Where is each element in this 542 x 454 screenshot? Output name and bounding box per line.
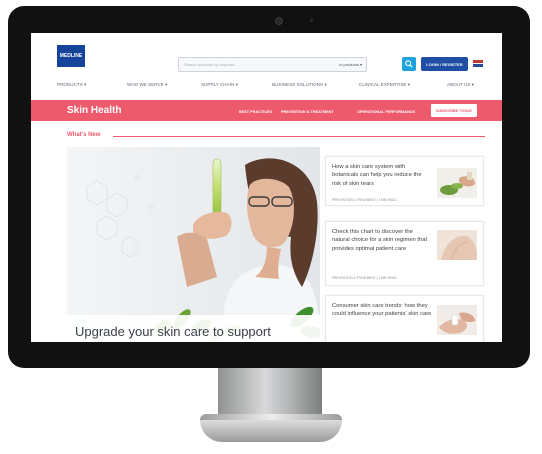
botanicals-thumbnail-image [437,168,477,198]
nav-item-clinical-expertise[interactable]: CLINICAL EXPERTISE ▾ [359,82,410,88]
article-meta: PREVENTION & TREATMENT | 1 MIN READ [332,276,397,280]
scientist-with-test-tube-image [67,147,320,342]
banner-title[interactable]: Skin Health [67,105,121,116]
search-scope-dropdown[interactable]: in products ▾ [339,62,362,67]
screen: MEDLINE Search products by keyword in pr… [31,33,502,342]
sensor-dot [310,19,313,22]
search-placeholder: Search products by keyword [184,62,235,67]
search-icon [405,60,413,68]
article-title[interactable]: Check this chart to discover the natural… [332,228,432,253]
section-title: What's New [67,132,101,138]
skin-thumbnail-image [437,230,477,260]
nav-item-products[interactable]: PRODUCTS ▾ [57,82,86,88]
nav-item-business-solutions[interactable]: BUSINESS SOLUTIONS ▾ [272,82,327,88]
article-meta: PREVENTION & TREATMENT | 2 MIN READ [332,198,397,202]
site-logo[interactable]: MEDLINE [57,45,85,67]
camera-icon [275,17,283,25]
main-nav: PRODUCTS ▾ WHO WE SERVE ▾ SUPPLY CHAIN ▾… [57,82,487,92]
article-card[interactable]: Consumer skin care trends: how they coul… [325,295,484,342]
banner-link-prevention-treatment[interactable]: PREVENTION & TREATMENT [281,110,334,114]
hands-cream-thumbnail-image [437,305,477,335]
subscribe-button[interactable]: SUBSCRIBE TODAY [431,104,477,117]
monitor-stand-base [200,420,342,442]
article-title[interactable]: Consumer skin care trends: how they coul… [332,302,432,319]
login-register-button[interactable]: LOGIN / REGISTER [421,57,468,71]
nav-item-supply-chain[interactable]: SUPPLY CHAIN ▾ [201,82,238,88]
article-card[interactable]: Check this chart to discover the natural… [325,221,484,286]
banner-link-best-practices[interactable]: BEST PRACTICES [239,110,272,114]
nav-item-who-we-serve[interactable]: WHO WE SERVE ▾ [127,82,167,88]
search-button[interactable] [402,57,416,71]
article-title[interactable]: How a skin care system with botanicals c… [332,163,432,188]
logo-text: MEDLINE [59,53,83,59]
hero-image[interactable] [67,147,320,342]
article-card[interactable]: How a skin care system with botanicals c… [325,156,484,206]
banner-link-operational-performance[interactable]: OPERATIONAL PERFORMANCE [357,110,415,114]
search-input[interactable]: Search products by keyword in products ▾ [178,57,367,72]
hero-caption[interactable]: Upgrade your skin care to support [75,324,271,339]
section-divider [113,136,485,137]
country-flag-icon[interactable] [473,60,483,67]
nav-item-about-us[interactable]: ABOUT US ▾ [447,82,474,88]
